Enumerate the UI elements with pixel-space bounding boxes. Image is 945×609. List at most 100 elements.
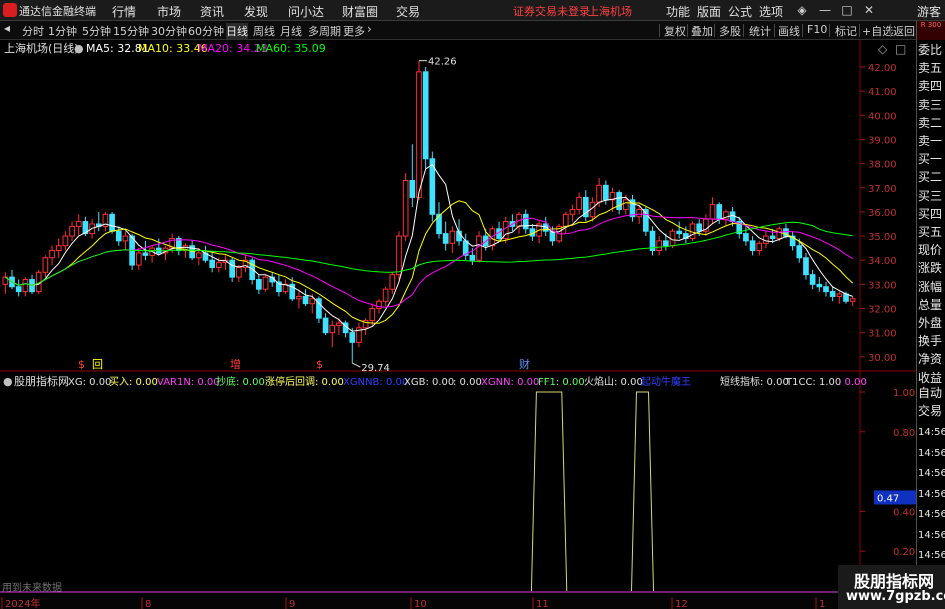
candle-body[interactable] (49, 250, 55, 259)
candle-body[interactable] (469, 254, 476, 261)
candle-body[interactable] (622, 199, 629, 210)
event-marker[interactable]: $ (316, 358, 323, 371)
candle-body[interactable] (522, 213, 529, 230)
candle-body[interactable] (749, 240, 756, 252)
menu-ask[interactable]: 问小达 (288, 3, 324, 20)
candle-body[interactable] (402, 180, 409, 237)
menu-formula[interactable]: 公式 (728, 3, 752, 20)
candle-body[interactable] (596, 184, 602, 203)
indicator-visibility-icon[interactable]: ● (3, 375, 13, 388)
more-arrow-icon[interactable]: › (367, 22, 372, 36)
candle-body[interactable] (62, 235, 69, 247)
period-5min[interactable]: 5分钟 (82, 23, 111, 39)
candle-body[interactable] (636, 208, 642, 218)
candle-body[interactable] (803, 257, 809, 276)
side-tag[interactable]: 换手 (918, 334, 945, 348)
side-tag[interactable]: 卖一 (918, 134, 945, 148)
candle-body[interactable] (42, 257, 49, 273)
candle-body[interactable] (302, 295, 309, 305)
candle-body[interactable] (109, 213, 115, 232)
candle-body[interactable] (296, 295, 302, 300)
candle-body[interactable] (15, 286, 22, 293)
candle-body[interactable] (809, 274, 816, 285)
skin-icon[interactable]: ◈ (793, 1, 811, 19)
candle-body[interactable] (476, 235, 482, 261)
candle-body[interactable] (216, 262, 222, 268)
candle-body[interactable] (849, 298, 856, 302)
candle-body[interactable] (696, 223, 703, 232)
expand-icon[interactable]: □ (895, 42, 906, 56)
side-tag[interactable]: 卖五 (918, 61, 945, 75)
tool-add-watchlist[interactable]: +自选 (862, 23, 893, 39)
side-tag[interactable]: 收益 (918, 371, 945, 385)
candle-body[interactable] (656, 240, 663, 252)
settings-diamond-icon[interactable]: ◇ (878, 42, 888, 56)
ma-visibility-icon[interactable]: ● (74, 42, 84, 55)
side-tag[interactable]: 买二 (918, 170, 945, 184)
side-tag[interactable]: 净资 (918, 352, 945, 366)
event-marker[interactable]: 增 (230, 357, 241, 371)
candle-body[interactable] (823, 286, 829, 293)
candle-body[interactable] (729, 211, 736, 223)
candle-body[interactable] (349, 332, 356, 343)
maximize-icon[interactable]: □ (838, 1, 856, 19)
side-tag[interactable]: 14:56 (918, 467, 945, 481)
tool-multi-stock[interactable]: 多股 (719, 23, 741, 39)
candle-body[interactable] (769, 235, 776, 239)
candle-body[interactable] (369, 308, 376, 322)
side-tag[interactable]: 14:56 (918, 488, 945, 502)
candle-body[interactable] (422, 71, 429, 160)
tool-overlay[interactable]: 叠加 (691, 23, 713, 39)
nav-left-icon[interactable]: ◂ (4, 21, 10, 35)
candle-body[interactable] (329, 324, 336, 334)
candle-body[interactable] (236, 266, 242, 278)
candle-body[interactable] (389, 274, 396, 290)
candle-body[interactable] (262, 276, 269, 290)
candle-body[interactable] (616, 192, 622, 210)
candle-body[interactable] (209, 259, 215, 268)
menu-wealth[interactable]: 财富圈 (342, 3, 378, 20)
menu-layout[interactable]: 版面 (697, 3, 721, 20)
candle-body[interactable] (142, 252, 149, 256)
side-tag[interactable]: 卖四 (918, 79, 945, 93)
candle-body[interactable] (663, 240, 669, 247)
candle-body[interactable] (256, 279, 262, 290)
candle-body[interactable] (449, 230, 456, 244)
candle-body[interactable] (716, 204, 723, 220)
tool-f10[interactable]: F10 (807, 23, 827, 36)
side-tag[interactable]: 现价 (918, 243, 945, 257)
candle-body[interactable] (416, 71, 422, 198)
candle-body[interactable] (562, 213, 569, 227)
candle-body[interactable] (115, 230, 122, 242)
period-weekly[interactable]: 周线 (253, 23, 275, 39)
login-warning[interactable]: 证券交易未登录 (513, 3, 590, 19)
side-tag[interactable]: 14:56 (918, 447, 945, 461)
side-tag[interactable]: 委比 (918, 43, 945, 57)
candle-body[interactable] (22, 279, 29, 293)
candle-body[interactable] (442, 233, 449, 244)
period-15min[interactable]: 15分钟 (113, 23, 149, 39)
menu-discover[interactable]: 发现 (244, 3, 268, 20)
side-tag[interactable]: 涨幅 (918, 280, 945, 294)
event-marker[interactable]: $ (78, 358, 85, 371)
candle-body[interactable] (829, 291, 836, 297)
side-tag[interactable]: 卖二 (918, 116, 945, 130)
period-more[interactable]: 更多 (343, 23, 365, 39)
menu-trade[interactable]: 交易 (396, 3, 420, 20)
side-tag[interactable]: 14:56 (918, 508, 945, 522)
event-marker[interactable]: 回 (92, 358, 103, 371)
candle-body[interactable] (602, 184, 609, 201)
candle-body[interactable] (122, 235, 129, 242)
candle-body[interactable] (322, 317, 329, 334)
candle-body[interactable] (309, 298, 316, 305)
candle-body[interactable] (382, 288, 389, 302)
side-tag[interactable]: 买一 (918, 152, 945, 166)
candle-body[interactable] (55, 245, 62, 252)
candle-body[interactable] (135, 252, 142, 266)
menu-options[interactable]: 选项 (759, 3, 783, 20)
side-tag[interactable]: 14:56 (918, 426, 945, 440)
tool-back[interactable]: 返回 (893, 23, 915, 39)
side-tag[interactable]: 卖三 (918, 98, 945, 112)
candle-body[interactable] (376, 300, 382, 310)
guest-user[interactable]: 游客 (917, 3, 941, 20)
